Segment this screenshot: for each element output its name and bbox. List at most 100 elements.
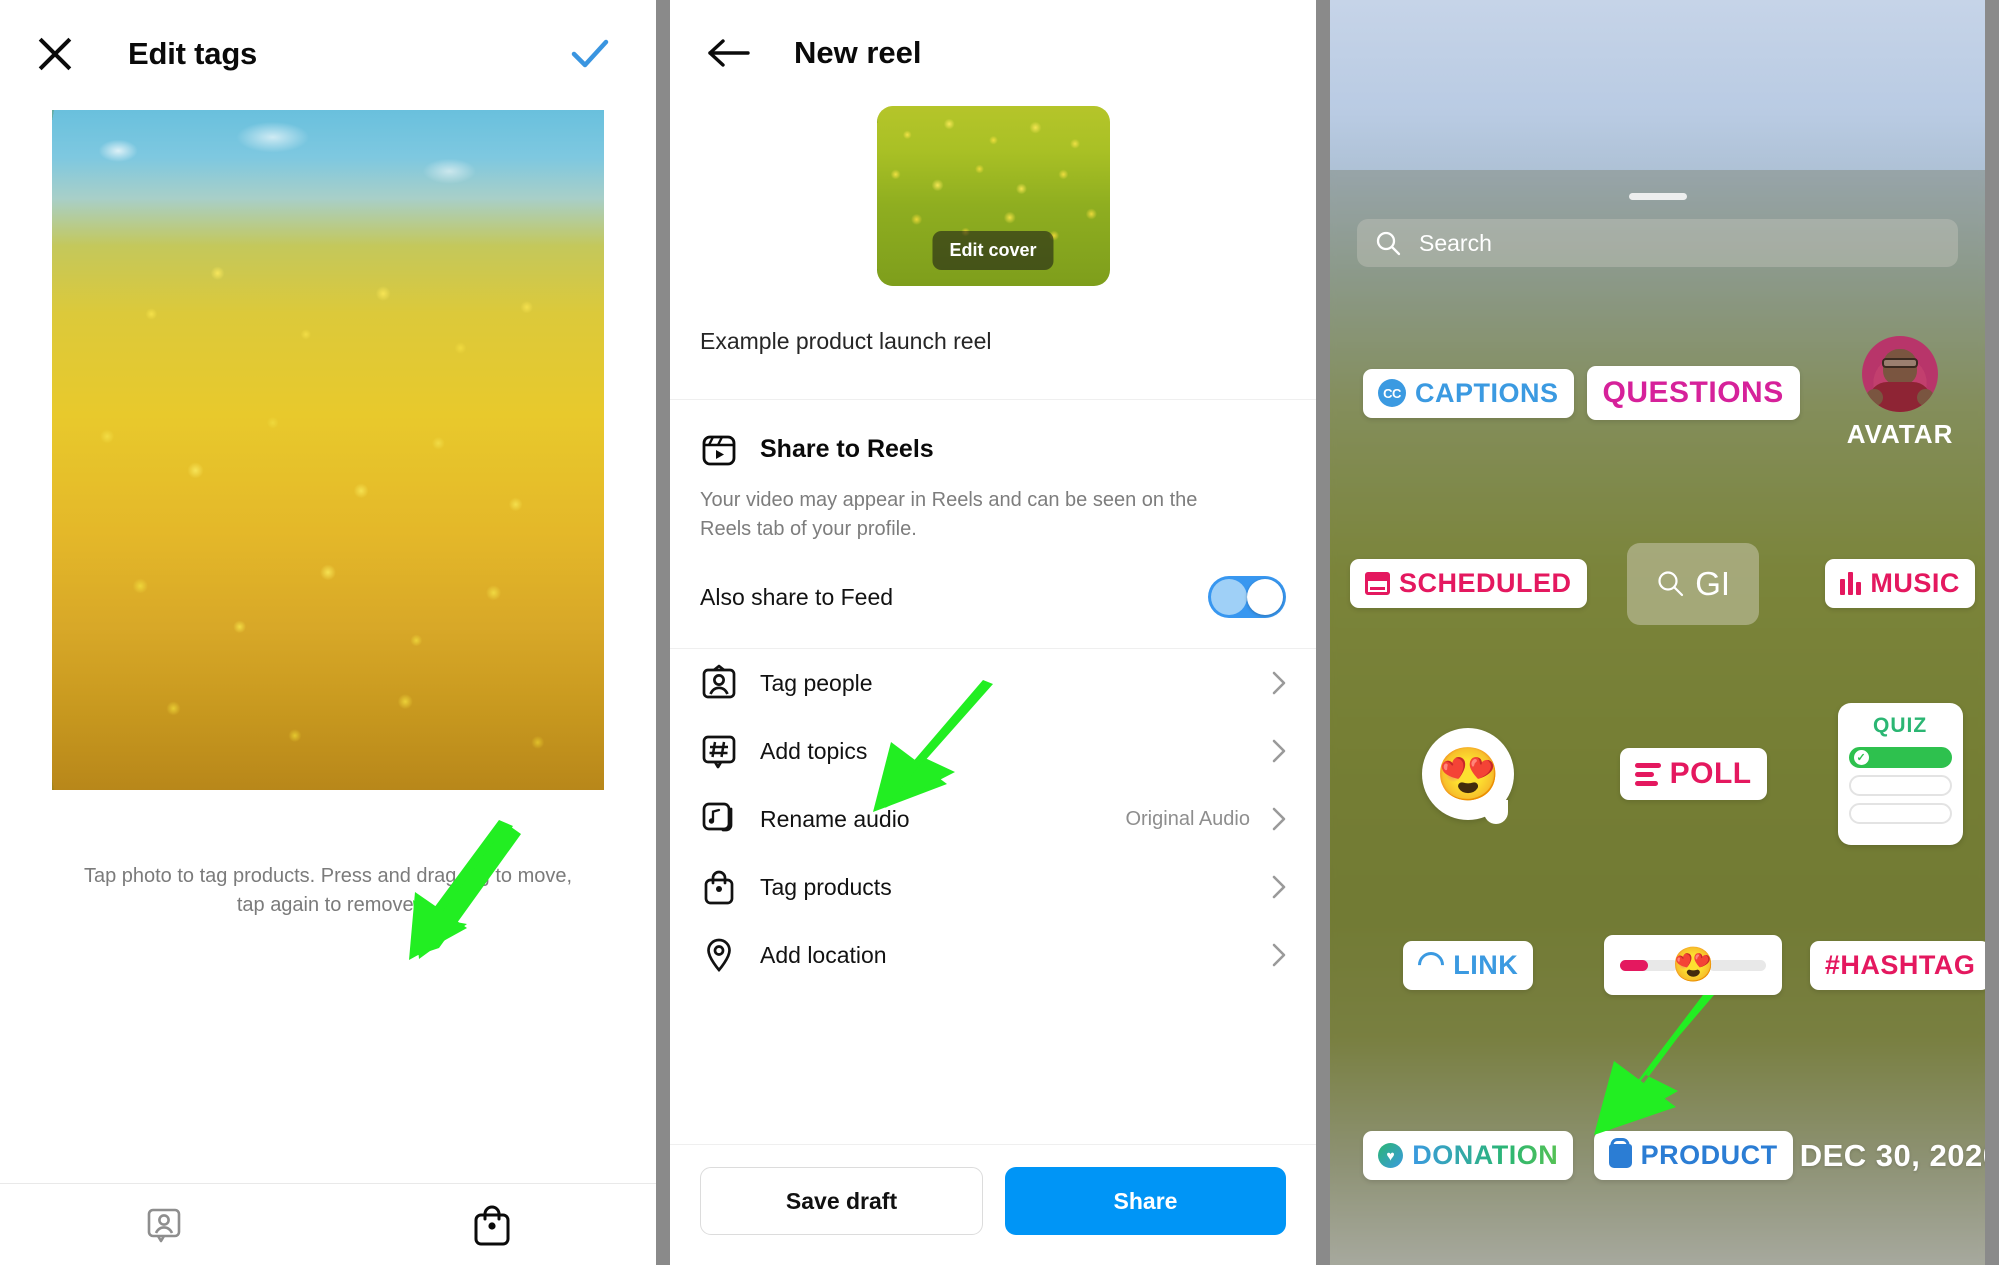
sticker-label: QUIZ <box>1872 714 1928 738</box>
share-to-reels-label: Share to Reels <box>760 434 934 463</box>
sticker-donation[interactable]: DONATION <box>1363 1131 1574 1181</box>
three-panel-screenshot: Edit tags Tap photo to tag products. Pre… <box>0 0 1999 1265</box>
sticker-questions[interactable]: QUESTIONS <box>1586 366 1800 439</box>
tag-type-tabbar <box>0 1183 656 1265</box>
share-button[interactable]: Share <box>1005 1167 1286 1235</box>
sticker-label: AVATAR <box>1846 419 1954 450</box>
sticker-music[interactable]: MUSIC <box>1825 559 1975 609</box>
chevron-right-icon <box>1272 943 1286 967</box>
sticker-product[interactable]: PRODUCT <box>1593 1131 1793 1181</box>
sticker-hashtag[interactable]: #HASHTAG <box>1809 940 1985 990</box>
option-label: Tag products <box>760 873 892 900</box>
sticker-avatar[interactable]: AVATAR <box>1847 336 1954 450</box>
option-label: Tag people <box>760 669 873 696</box>
tagging-hint-zone: Tap photo to tag products. Press and dra… <box>0 790 656 1183</box>
poll-lines-icon <box>1634 762 1661 786</box>
edit-tags-header: Edit tags <box>0 0 656 108</box>
sticker-poll[interactable]: POLL <box>1619 748 1767 801</box>
new-reel-footer: Save draft Share <box>670 1144 1316 1265</box>
close-icon[interactable] <box>34 33 76 75</box>
sticker-captions[interactable]: CC CAPTIONS <box>1363 368 1574 418</box>
story-stickers-screen: Search CC CAPTIONS QUESTIONS AVATAR SCHE… <box>1330 0 1985 1265</box>
music-bars-icon <box>1840 572 1862 596</box>
also-share-to-feed-toggle[interactable] <box>1208 576 1286 618</box>
also-share-to-feed-label: Also share to Feed <box>700 583 894 610</box>
search-placeholder: Search <box>1419 229 1492 256</box>
sticker-label: SCHEDULED <box>1399 568 1572 599</box>
sidebar-item-tag-products[interactable] <box>328 1203 656 1247</box>
music-note-icon <box>702 802 733 832</box>
tag-people-icon <box>702 664 736 699</box>
check-icon: ✓ <box>1853 750 1869 766</box>
sticker-scheduled[interactable]: SCHEDULED <box>1350 559 1587 609</box>
shopping-bag-icon <box>474 1205 510 1245</box>
heart-circle-icon <box>1378 1143 1404 1169</box>
sticker-grid: CC CAPTIONS QUESTIONS AVATAR SCHEDULED G… <box>1330 292 1985 1265</box>
reel-options-list: Tag people Add topics Rename audio Origi… <box>670 649 1316 989</box>
sticker-label: CAPTIONS <box>1415 377 1559 408</box>
location-pin-icon <box>707 938 731 973</box>
chevron-right-icon <box>1272 807 1286 831</box>
save-draft-button[interactable]: Save draft <box>700 1167 983 1235</box>
sticker-link[interactable]: LINK <box>1403 940 1534 990</box>
option-add-location[interactable]: Add location <box>670 921 1316 989</box>
option-label: Add location <box>760 941 887 968</box>
sticker-label: POLL <box>1669 757 1752 791</box>
hashtag-icon <box>702 735 736 769</box>
link-icon <box>1412 946 1450 984</box>
chevron-right-icon <box>1272 875 1286 899</box>
search-input[interactable]: Search <box>1357 219 1958 267</box>
sticker-emoji-reaction[interactable]: 😍 <box>1422 728 1515 825</box>
quiz-answer-correct: ✓ <box>1848 747 1952 769</box>
chevron-right-icon <box>1272 739 1286 763</box>
share-to-reels-block: Share to Reels Your video may appear in … <box>670 400 1316 648</box>
shopping-bag-icon <box>704 870 734 905</box>
sticker-label: QUESTIONS <box>1602 376 1784 410</box>
avatar-icon <box>1862 336 1939 413</box>
tagging-hint-text: Tap photo to tag products. Press and dra… <box>83 865 573 916</box>
option-add-topics[interactable]: Add topics <box>670 717 1316 785</box>
rapeseed-field-photo[interactable] <box>52 110 604 790</box>
checkmark-icon[interactable] <box>568 32 612 76</box>
sticker-label: PRODUCT <box>1640 1140 1778 1171</box>
back-arrow-icon[interactable] <box>706 36 752 70</box>
chevron-right-icon <box>1272 671 1286 695</box>
page-title: Edit tags <box>128 36 258 71</box>
sticker-label: LINK <box>1453 949 1519 980</box>
slider-track-right <box>1708 959 1767 971</box>
sheet-grabber-handle[interactable] <box>1628 193 1687 200</box>
reels-icon <box>702 435 736 466</box>
sticker-emoji-slider[interactable]: 😍 <box>1603 935 1783 996</box>
option-tag-products[interactable]: Tag products <box>670 853 1316 921</box>
search-icon <box>1658 571 1684 596</box>
sticker-date[interactable]: DEC 30, 2020 <box>1800 1138 1985 1174</box>
new-reel-screen: New reel Edit cover Example product laun… <box>670 0 1330 1265</box>
option-rename-audio[interactable]: Rename audio Original Audio <box>670 785 1316 853</box>
tagging-photo-area[interactable] <box>0 108 656 790</box>
edit-cover-button[interactable]: Edit cover <box>932 231 1054 270</box>
sticker-quiz[interactable]: QUIZ ✓ <box>1837 703 1963 846</box>
sticker-label: MUSIC <box>1870 568 1960 599</box>
sticker-gif[interactable]: GI <box>1627 542 1760 625</box>
option-tag-people[interactable]: Tag people <box>670 649 1316 717</box>
reel-caption-text[interactable]: Example product launch reel <box>670 292 1316 399</box>
person-tag-icon <box>147 1208 181 1242</box>
sticker-label: #HASHTAG <box>1824 949 1976 980</box>
reel-cover-thumbnail[interactable]: Edit cover <box>876 106 1110 286</box>
search-icon <box>1376 231 1401 255</box>
sidebar-item-tag-people[interactable] <box>0 1206 328 1244</box>
quiz-answer-empty <box>1848 775 1952 797</box>
option-value: Original Audio <box>1125 807 1250 830</box>
sticker-label: DEC 30, 2020 <box>1799 1137 1985 1173</box>
shopping-bag-icon <box>1608 1143 1632 1168</box>
sticker-label: DONATION <box>1412 1140 1559 1171</box>
heart-eyes-emoji: 😍 <box>1422 728 1515 825</box>
option-label: Add topics <box>760 737 868 764</box>
share-to-reels-header: Share to Reels <box>700 430 1286 468</box>
option-label: Rename audio <box>760 805 910 832</box>
share-to-reels-description: Your video may appear in Reels and can b… <box>700 489 1198 540</box>
page-title: New reel <box>794 35 922 70</box>
sticker-label: GI <box>1695 564 1731 602</box>
reel-cover-row: Edit cover <box>670 106 1316 292</box>
calendar-icon <box>1365 572 1390 596</box>
